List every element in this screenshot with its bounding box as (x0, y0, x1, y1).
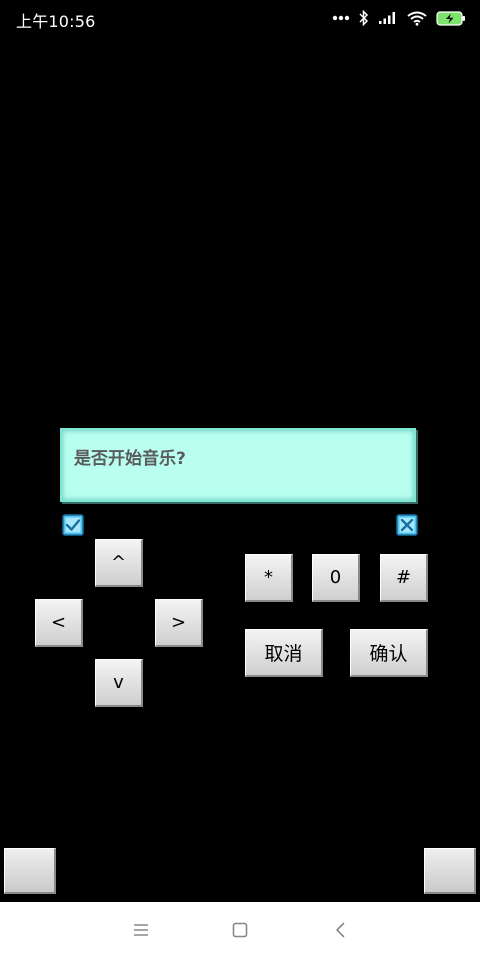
status-time: 上午10:56 (16, 12, 96, 31)
checkmark-icon[interactable] (62, 514, 84, 536)
navigation-bar (0, 902, 480, 960)
bluetooth-icon (359, 10, 369, 26)
home-icon[interactable] (231, 921, 249, 943)
status-bar: 上午10:56 (0, 0, 480, 36)
right-soft-key-button[interactable] (424, 848, 476, 894)
wifi-icon (407, 11, 427, 26)
cancel-button[interactable]: 取消 (245, 629, 323, 677)
star-key-button[interactable]: * (245, 554, 293, 602)
dialog-message-box: 是否开始音乐? (60, 428, 416, 502)
dpad-right-button[interactable]: > (155, 599, 203, 647)
menu-icon[interactable] (132, 921, 150, 943)
back-icon[interactable] (332, 921, 350, 943)
confirm-button[interactable]: 确认 (350, 629, 428, 677)
dots-icon (332, 15, 350, 21)
dpad-left-button[interactable]: < (35, 599, 83, 647)
hash-key-button[interactable]: # (380, 554, 428, 602)
dpad-up-button[interactable]: ^ (95, 539, 143, 587)
signal-icon (378, 11, 398, 25)
battery-charging-icon (436, 10, 466, 26)
left-soft-key-button[interactable] (4, 848, 56, 894)
screen: 上午10:56 是否开始音乐? ^ < > v * 0 # 取消 确认 (0, 0, 480, 960)
dialog-message: 是否开始音乐? (74, 449, 186, 469)
dpad-down-button[interactable]: v (95, 659, 143, 707)
zero-key-button[interactable]: 0 (312, 554, 360, 602)
status-icons (332, 8, 466, 28)
cross-icon[interactable] (396, 514, 418, 536)
